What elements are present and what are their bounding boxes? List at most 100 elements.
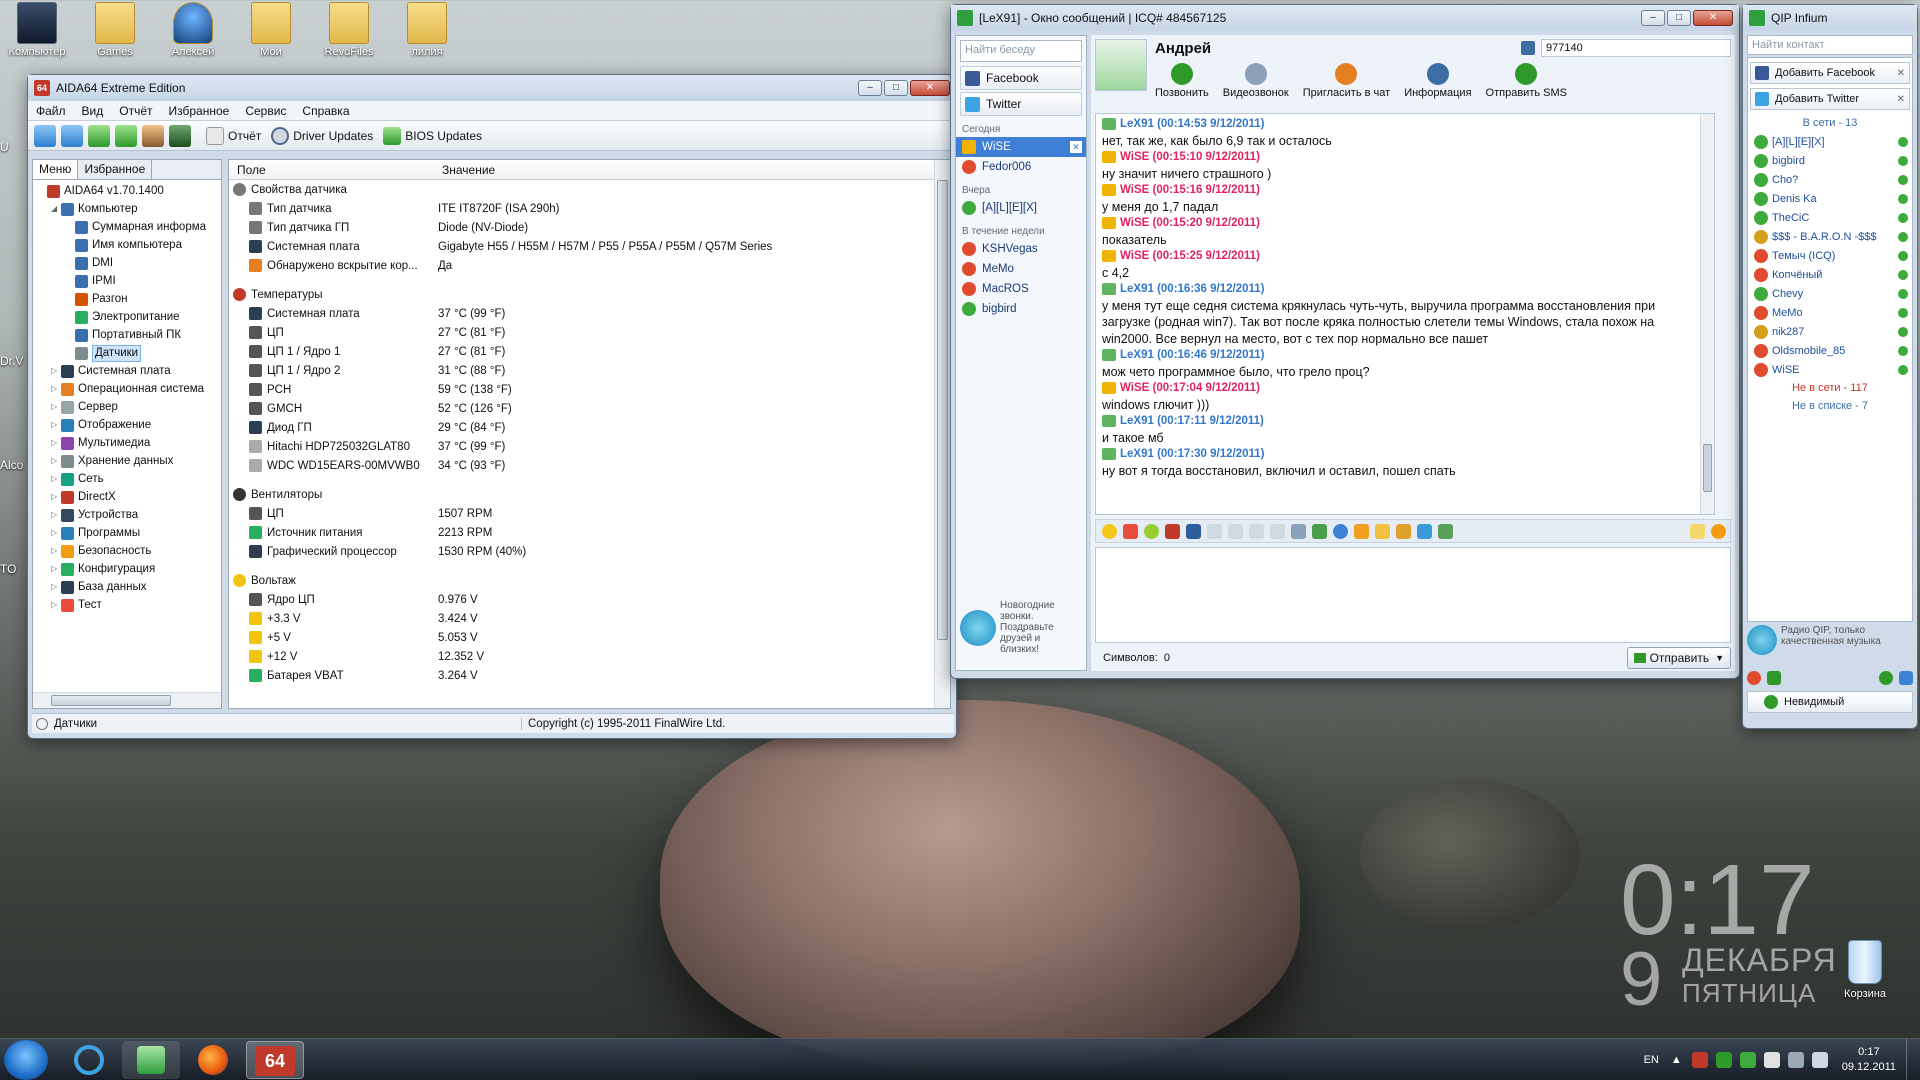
desktop-icon[interactable]: Мои	[236, 2, 306, 58]
tree-node[interactable]: IPMI	[33, 272, 221, 290]
twitter-button[interactable]: Twitter	[960, 92, 1082, 116]
language-indicator[interactable]: EN	[1644, 1054, 1659, 1066]
expand-arrow-icon[interactable]: ▷	[51, 380, 61, 398]
message-input[interactable]	[1095, 547, 1731, 643]
minimize-button[interactable]: –	[1641, 10, 1665, 26]
eye-icon[interactable]	[1898, 288, 1908, 299]
contact-item[interactable]: nik287	[1748, 322, 1912, 341]
sensor-row[interactable]: ЦП 1 / Ядро 1 27 °C (81 °F)	[229, 342, 950, 361]
flowers-icon[interactable]	[1123, 523, 1138, 539]
tree-node[interactable]: ▷ Программы	[33, 524, 221, 542]
sensor-row[interactable]: Тип датчика ITE IT8720F (ISA 290h)	[229, 199, 950, 218]
eye-icon[interactable]	[1898, 326, 1908, 337]
tray-clock[interactable]: 0:17 09.12.2011	[1842, 1045, 1896, 1075]
tree-node[interactable]: ▷ Системная плата	[33, 362, 221, 380]
history-icon[interactable]	[1375, 523, 1390, 539]
close-icon[interactable]: ✕	[1897, 94, 1905, 105]
tree-node[interactable]: ▷ DirectX	[33, 488, 221, 506]
add-twitter-button[interactable]: Добавить Twitter ✕	[1750, 88, 1910, 110]
contact-item[interactable]: Cho?	[1748, 170, 1912, 189]
aida-titlebar[interactable]: 64 AIDA64 Extreme Edition – □ ✕	[28, 75, 956, 101]
messages-vscrollbar[interactable]	[1700, 114, 1714, 514]
close-button[interactable]: ✕	[910, 80, 950, 96]
contact-item[interactable]: Темыч (ICQ)	[1748, 246, 1912, 265]
tree-node[interactable]: ▷ Операционная система	[33, 380, 221, 398]
radio-banner[interactable]: Радио QIP, только качественная музыка	[1747, 625, 1913, 665]
tree-node[interactable]: Разгон	[33, 290, 221, 308]
tree-node[interactable]: Имя компьютера	[33, 236, 221, 254]
expand-arrow-icon[interactable]: ▷	[51, 434, 61, 452]
emoji-icon[interactable]	[1144, 523, 1159, 539]
eye-icon[interactable]	[1898, 212, 1908, 223]
column-field[interactable]: Поле	[229, 163, 434, 177]
eye-icon[interactable]	[1898, 307, 1908, 318]
tree-hscroll-thumb[interactable]	[51, 695, 171, 706]
contact-item[interactable]: Chevy	[1748, 284, 1912, 303]
image-icon[interactable]	[1312, 523, 1327, 539]
eye-icon[interactable]	[1898, 250, 1908, 261]
expand-arrow-icon[interactable]: ▷	[51, 596, 61, 614]
menu-item[interactable]: Сервис	[237, 104, 294, 118]
contact-item[interactable]: TheCiC	[1748, 208, 1912, 227]
taskbar-ie[interactable]	[60, 1041, 118, 1079]
menu-item[interactable]: Отчёт	[111, 104, 160, 118]
back-arrow-icon[interactable]	[34, 124, 56, 147]
conversation-search-input[interactable]: Найти беседу	[960, 40, 1082, 62]
sensor-row[interactable]: Тип датчика ГП Diode (NV-Diode)	[229, 218, 950, 237]
eye-icon[interactable]	[1898, 136, 1908, 147]
expand-arrow-icon[interactable]: ▷	[51, 524, 61, 542]
desktop-icon[interactable]: Алексей	[158, 2, 228, 58]
promo-banner[interactable]: Новогодние звонки. Поздравьте друзей и б…	[958, 598, 1084, 668]
contact-item[interactable]: WiSE	[1748, 360, 1912, 379]
shield-icon[interactable]	[1715, 1052, 1732, 1068]
show-desktop-button[interactable]	[1906, 1039, 1920, 1080]
desktop-icon[interactable]: RevdFiles	[314, 2, 384, 58]
expand-arrow-icon[interactable]: ▷	[51, 578, 61, 596]
link-icon[interactable]	[1291, 523, 1306, 539]
sensor-row[interactable]: Диод ГП 29 °C (84 °F)	[229, 418, 950, 437]
info-card-icon[interactable]	[1521, 41, 1535, 55]
group-not-in-list[interactable]: Не в списке - 7	[1748, 397, 1912, 415]
eye-icon[interactable]	[1898, 193, 1908, 204]
tree-node[interactable]: ◢ Компьютер	[33, 200, 221, 218]
forward-arrow-icon[interactable]	[61, 124, 83, 147]
tree-node[interactable]: ▷ Конфигурация	[33, 560, 221, 578]
save-icon[interactable]	[1186, 523, 1201, 539]
conversation-item[interactable]: KSHVegas	[956, 239, 1086, 259]
expand-arrow-icon[interactable]: ▷	[51, 488, 61, 506]
underline-icon[interactable]	[1270, 523, 1285, 539]
tab-menu[interactable]: Меню	[33, 160, 79, 179]
sensor-row[interactable]: ЦП 27 °C (81 °F)	[229, 323, 950, 342]
eye-icon[interactable]	[1898, 174, 1908, 185]
up-arrow-icon[interactable]	[88, 124, 110, 147]
start-button[interactable]	[4, 1040, 48, 1080]
expand-arrow-icon[interactable]: ▷	[51, 362, 61, 380]
column-value[interactable]: Значение	[434, 163, 495, 177]
report-button[interactable]: Отчёт	[206, 126, 261, 145]
sensor-row[interactable]: Ядро ЦП 0.976 V	[229, 590, 950, 609]
spellcheck-icon[interactable]	[1690, 523, 1705, 539]
taskbar-qip[interactable]	[122, 1041, 180, 1079]
bios-updates-button[interactable]: BIOS Updates	[383, 126, 482, 145]
plugin-icon[interactable]	[1333, 523, 1348, 539]
folder-icon[interactable]	[1396, 523, 1411, 539]
chat-titlebar[interactable]: [LeX91] - Окно сообщений | ICQ# 48456712…	[951, 5, 1739, 31]
sensor-row[interactable]: ЦП 1 / Ядро 2 31 °C (88 °F)	[229, 361, 950, 380]
users-icon[interactable]	[142, 124, 164, 147]
tree-node[interactable]: AIDA64 v1.70.1400	[33, 182, 221, 200]
bold-icon[interactable]	[1207, 523, 1222, 539]
contact-item[interactable]: Копчёный	[1748, 265, 1912, 284]
conversation-item[interactable]: WiSE ✕	[956, 137, 1086, 157]
tree-hscrollbar[interactable]	[33, 692, 221, 708]
sensor-group-header[interactable]: Свойства датчика	[229, 180, 950, 199]
menu-item[interactable]: Справка	[294, 104, 357, 118]
expand-arrow-icon[interactable]: ▷	[51, 398, 61, 416]
desktop-icon[interactable]: Games	[80, 2, 150, 58]
tab-favorites[interactable]: Избранное	[78, 160, 153, 179]
eye-icon[interactable]	[1898, 364, 1908, 375]
tree-node[interactable]: ▷ Мультимедиа	[33, 434, 221, 452]
tree-node[interactable]: Портативный ПК	[33, 326, 221, 344]
menu-icon[interactable]	[1747, 671, 1761, 685]
monitor-icon[interactable]	[169, 124, 191, 147]
conversation-item[interactable]: Fedor006	[956, 157, 1086, 177]
